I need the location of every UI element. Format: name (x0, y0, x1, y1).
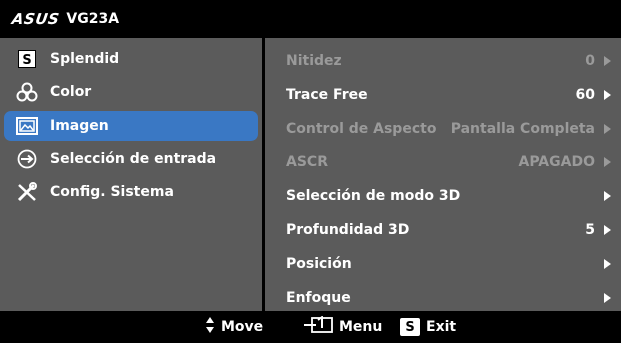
nav-label: Config. Sistema (50, 184, 174, 200)
setting-ascr[interactable]: ASCR APAGADO (265, 144, 621, 179)
setting-label: Nitidez (286, 52, 342, 69)
setting-aspect-control[interactable]: Control de Aspecto Pantalla Completa (265, 111, 621, 146)
menu-enter-icon (303, 315, 333, 338)
nav-label: Splendid (50, 51, 120, 67)
brand: ASUS VG23A (10, 10, 120, 28)
up-down-arrows-icon (205, 316, 215, 338)
asus-logo: ASUS (10, 10, 61, 28)
setting-3d-mode[interactable]: Selección de modo 3D (265, 178, 621, 213)
svg-text:S: S (22, 53, 31, 68)
footer-exit: S Exit (400, 311, 456, 343)
arrow-right-icon (604, 224, 611, 235)
settings-panel: Nitidez 0 Trace Free 60 Control de Aspec… (265, 38, 621, 311)
nav-item-input[interactable]: Selección de entrada (4, 144, 258, 174)
setting-label: Trace Free (286, 86, 368, 103)
arrow-right-icon (604, 292, 611, 303)
tools-icon (14, 181, 40, 203)
setting-label: Profundidad 3D (286, 221, 410, 238)
main-menu: S Splendid Color Imagen Selección de ent… (0, 38, 262, 311)
setting-label: Control de Aspecto (286, 120, 437, 137)
arrow-right-icon (604, 156, 611, 167)
setting-value: 5 (585, 221, 595, 238)
arrow-right-icon (604, 89, 611, 100)
footer-move: Move (205, 311, 263, 343)
title-bar: ASUS VG23A (0, 0, 621, 38)
setting-label: Posición (286, 255, 352, 272)
s-key-icon: S (400, 318, 420, 336)
setting-position[interactable]: Posición (265, 246, 621, 281)
image-icon (14, 115, 40, 137)
arrow-right-icon (604, 190, 611, 201)
setting-focus[interactable]: Enfoque (265, 280, 621, 315)
color-circles-icon (14, 81, 40, 103)
nav-item-system[interactable]: Config. Sistema (4, 177, 258, 207)
osd-menu: ASUS VG23A S Splendid Color Imagen Selec… (0, 0, 621, 343)
nav-item-splendid[interactable]: S Splendid (4, 44, 258, 74)
menu-label: Menu (339, 319, 383, 335)
setting-label: Enfoque (286, 289, 351, 306)
model-name: VG23A (66, 11, 120, 27)
input-arrow-icon (14, 148, 40, 170)
exit-label: Exit (426, 319, 457, 335)
arrow-right-icon (604, 123, 611, 134)
setting-nitidez[interactable]: Nitidez 0 (265, 43, 621, 78)
setting-value: APAGADO (518, 153, 596, 170)
footer-menu: Menu (303, 311, 382, 343)
setting-3d-depth[interactable]: Profundidad 3D 5 (265, 212, 621, 247)
setting-value: 0 (585, 52, 595, 69)
arrow-right-icon (604, 55, 611, 66)
setting-value: 60 (575, 86, 595, 103)
arrow-right-icon (604, 258, 611, 269)
setting-label: Selección de modo 3D (286, 187, 461, 204)
nav-item-color[interactable]: Color (4, 77, 258, 107)
nav-label: Imagen (50, 118, 109, 134)
setting-label: ASCR (286, 153, 328, 170)
footer-bar: Move Menu S Exit (0, 311, 621, 343)
nav-label: Color (50, 84, 92, 100)
nav-label: Selección de entrada (50, 151, 217, 167)
move-label: Move (221, 319, 264, 335)
setting-value: Pantalla Completa (450, 120, 595, 137)
splendid-s-icon: S (14, 48, 40, 70)
setting-trace-free[interactable]: Trace Free 60 (265, 77, 621, 112)
nav-item-imagen[interactable]: Imagen (4, 111, 258, 141)
